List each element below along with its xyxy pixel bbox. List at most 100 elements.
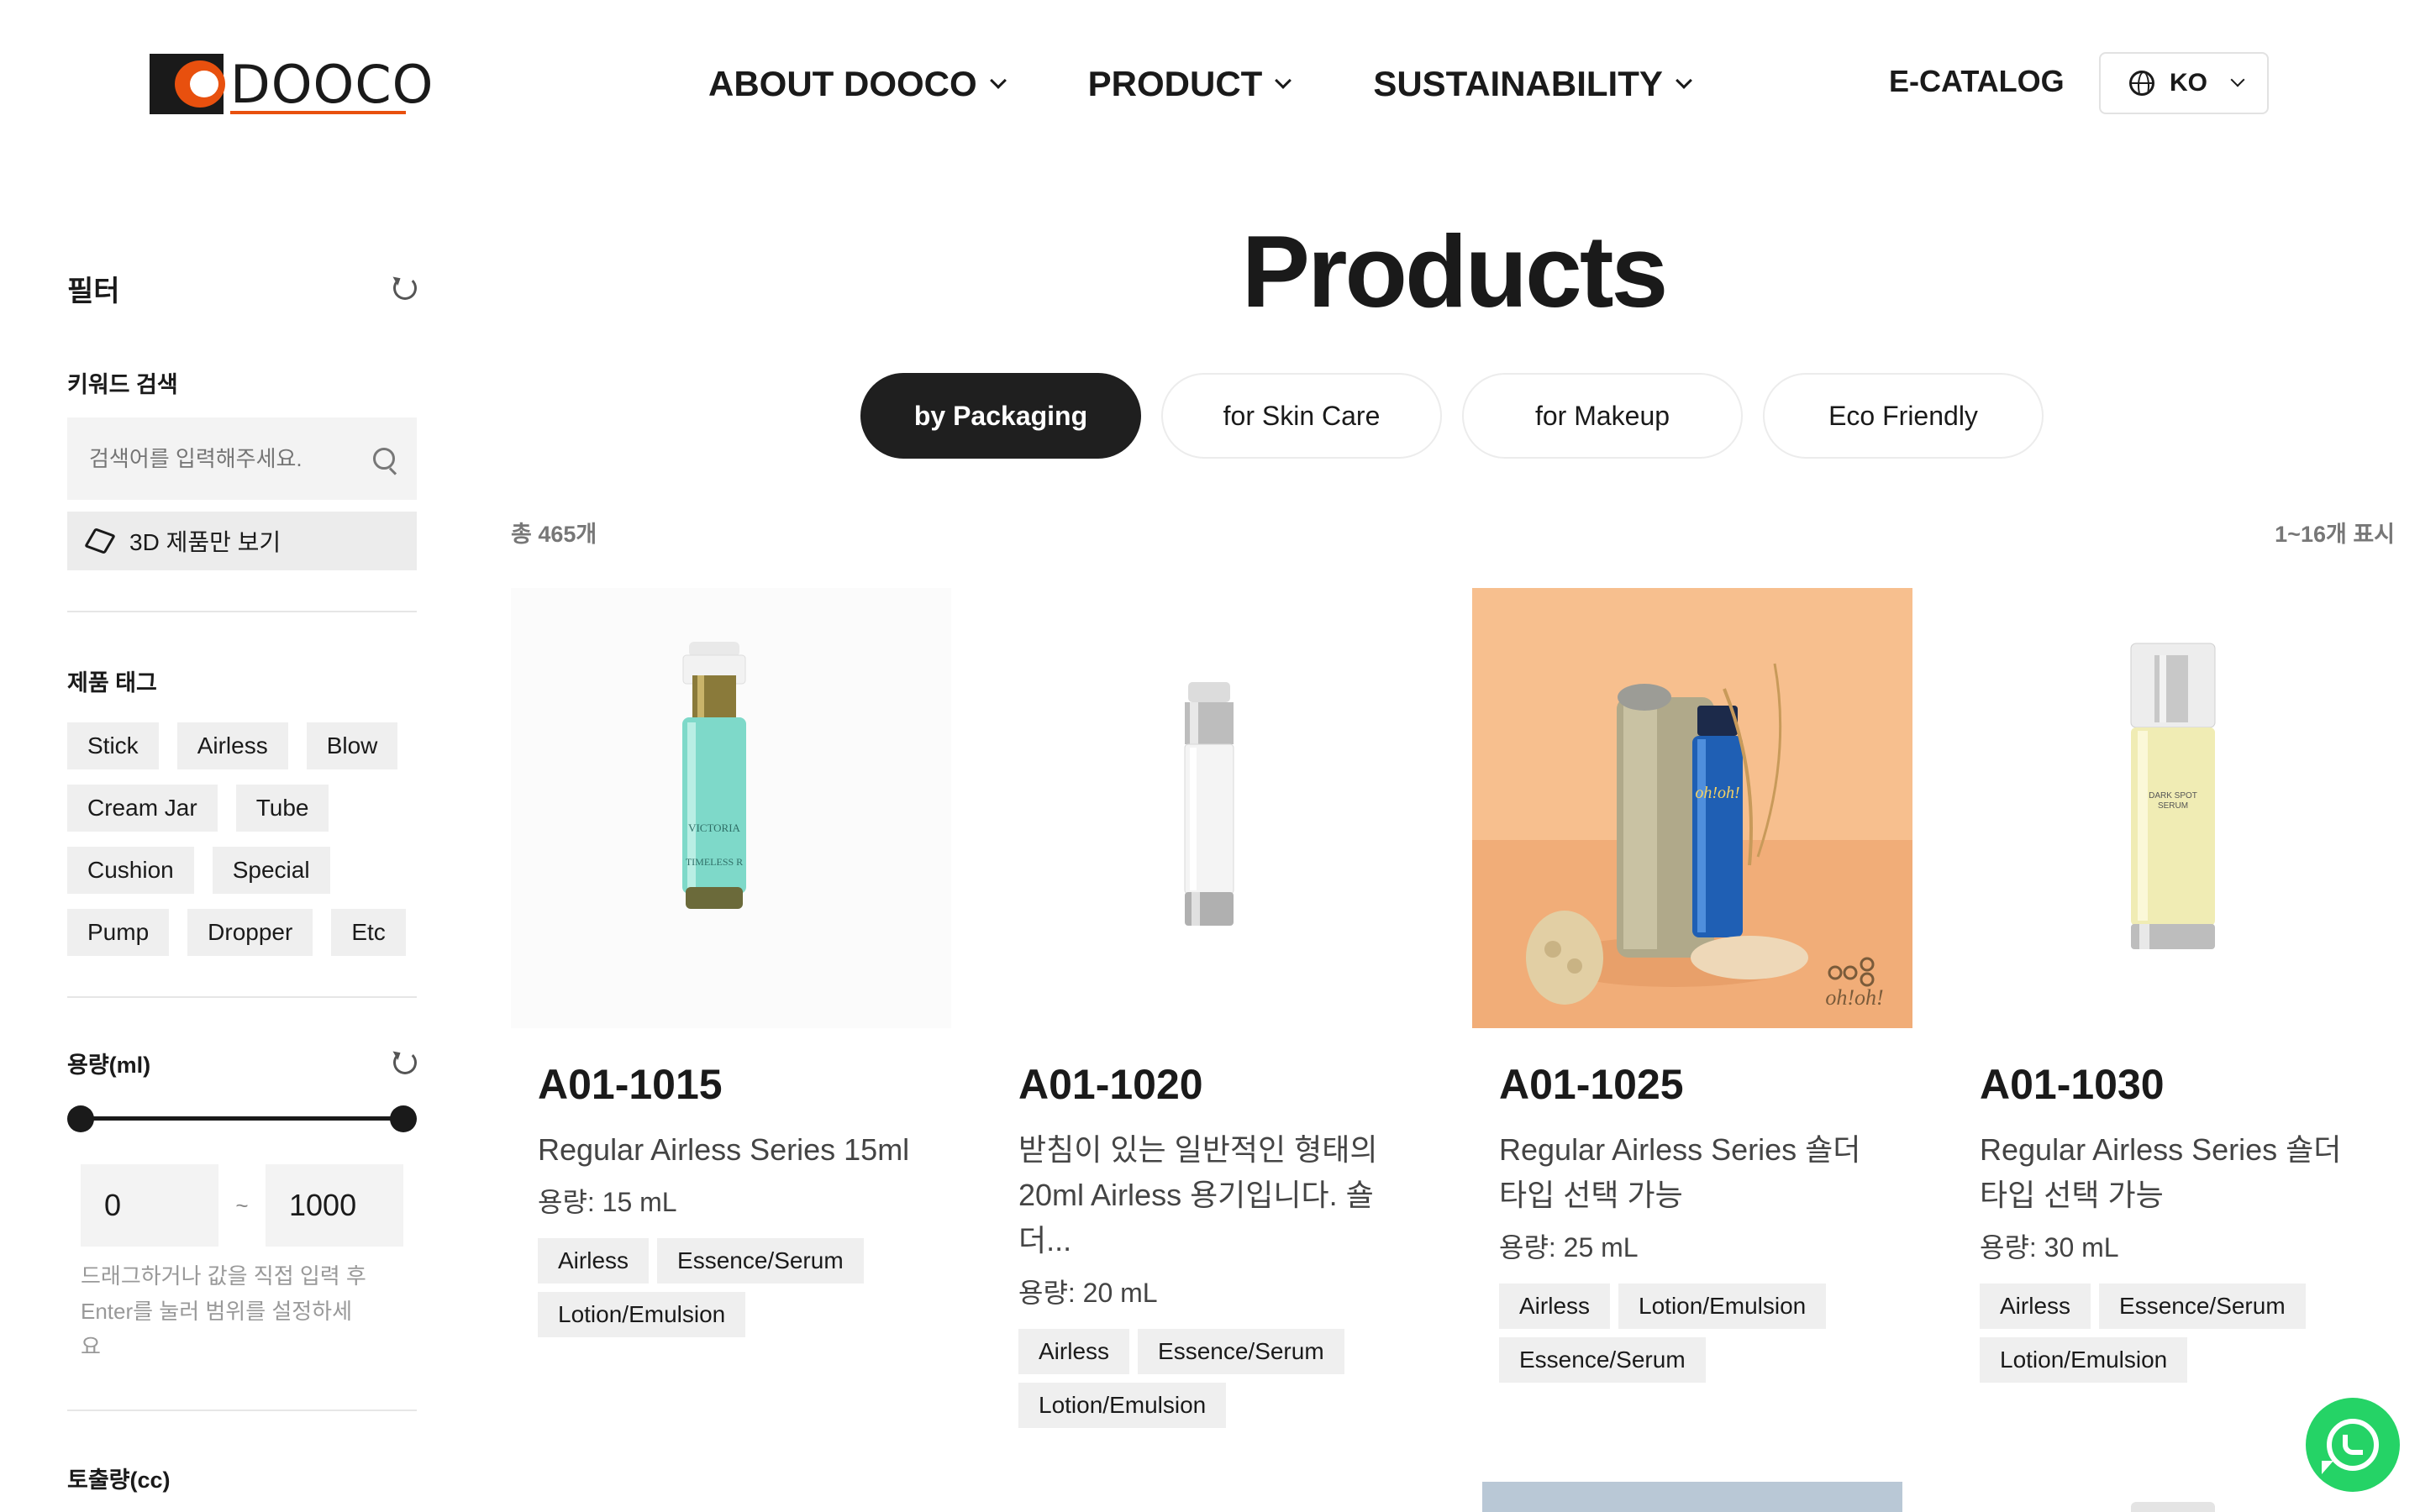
capacity-header: 용량(ml)	[67, 1032, 417, 1094]
whatsapp-chat-button[interactable]	[2306, 1398, 2400, 1492]
clear-airless-bottle-image	[1184, 682, 1234, 926]
nav-product[interactable]: PRODUCT	[1087, 64, 1292, 104]
product-image[interactable]: DARK SPOT SERUM	[1953, 588, 2393, 1028]
product-description: Regular Airless Series 숄더 타입 선택 가능	[1980, 1132, 2342, 1212]
nav-product-label: PRODUCT	[1087, 64, 1263, 103]
tab-by-packaging[interactable]: by Packaging	[860, 373, 1141, 459]
page-title: Products	[1241, 214, 1669, 328]
language-label: KO	[2170, 69, 2207, 97]
tab-for-skin-care[interactable]: for Skin Care	[1161, 373, 1442, 459]
tag-blow[interactable]: Blow	[306, 722, 398, 769]
filter-header: 필터	[67, 252, 417, 324]
capacity-label: 용량(ml)	[67, 1052, 151, 1078]
svg-text:oh!oh!: oh!oh!	[1695, 784, 1739, 802]
nav-sustainability[interactable]: SUSTAINABILITY	[1373, 64, 1692, 104]
tag-cream-jar[interactable]: Cream Jar	[67, 785, 218, 832]
3d-only-label: 3D 제품만 보기	[129, 529, 281, 555]
product-card[interactable]: VICTORIA TIMELESS R A01-1015 Regular Air…	[511, 588, 951, 1337]
dooco-logo[interactable]: DOOCO	[150, 52, 433, 116]
product-capacity: 용량: 15 mL	[538, 1187, 677, 1217]
product-description: Regular Airless Series 15ml	[538, 1132, 910, 1167]
tag-special[interactable]: Special	[212, 847, 330, 894]
capacity-inputs: 0 ~ 1000	[67, 1164, 417, 1247]
product-code: A01-1030	[1980, 1061, 2165, 1108]
product-tag[interactable]: Airless	[1980, 1284, 2091, 1329]
main-nav: ABOUT DOOCO PRODUCT SUSTAINABILITY	[708, 59, 1774, 109]
product-image[interactable]: VICTORIA TIMELESS R	[511, 588, 951, 1028]
capacity-max-input[interactable]: 1000	[266, 1164, 403, 1247]
filter-title: 필터	[67, 275, 120, 307]
product-code: A01-1025	[1499, 1061, 1684, 1108]
next-row-image[interactable]	[2131, 1502, 2215, 1512]
product-tag[interactable]: Essence/Serum	[657, 1238, 864, 1284]
tab-eco-friendly[interactable]: Eco Friendly	[1763, 373, 2044, 459]
product-tag[interactable]: Airless	[1499, 1284, 1611, 1329]
nav-about-dooco[interactable]: ABOUT DOOCO	[708, 64, 1007, 104]
cube-icon	[84, 528, 116, 554]
globe-icon	[2129, 71, 2154, 96]
slider-max-handle[interactable]	[390, 1105, 417, 1132]
product-tag[interactable]: Essence/Serum	[1138, 1329, 1344, 1374]
tag-dropper[interactable]: Dropper	[187, 909, 313, 956]
output-label: 토출량(cc)	[67, 1467, 171, 1493]
chevron-down-icon	[2230, 72, 2245, 87]
tag-stick[interactable]: Stick	[67, 722, 159, 769]
search-input[interactable]	[89, 445, 341, 472]
product-tags: Airless Essence/Serum Lotion/Emulsion	[1953, 1284, 2373, 1383]
slider-min-handle[interactable]	[67, 1105, 94, 1132]
product-image[interactable]	[992, 588, 1432, 1028]
range-separator: ~	[235, 1192, 249, 1218]
next-row-image[interactable]	[1482, 1482, 1902, 1512]
product-tag-list: Stick Airless Blow Cream Jar Tube Cushio…	[67, 722, 417, 956]
product-tag-label: 제품 태그	[67, 670, 157, 696]
tag-etc[interactable]: Etc	[331, 909, 406, 956]
svg-text:TIMELESS R: TIMELESS R	[686, 856, 743, 868]
tag-tube[interactable]: Tube	[235, 785, 329, 832]
capacity-hint: 드래그하거나 값을 직접 입력 후 Enter를 눌러 범위를 설정하세요	[81, 1263, 366, 1359]
capacity-range-slider[interactable]	[67, 1105, 417, 1132]
tag-pump[interactable]: Pump	[67, 909, 170, 956]
svg-text:DARK SPOT: DARK SPOT	[2149, 791, 2197, 801]
chevron-down-icon	[989, 72, 1007, 89]
nav-sustainability-label: SUSTAINABILITY	[1373, 64, 1663, 103]
product-tag[interactable]: Essence/Serum	[2099, 1284, 2306, 1329]
product-tag[interactable]: Airless	[1018, 1329, 1130, 1374]
logo-text: DOOCO	[230, 54, 434, 115]
e-catalog-link[interactable]: E-CATALOG	[1889, 64, 2065, 99]
filter-sidebar: 필터 키워드 검색 3D 제품만 보기 제품 태그 Stick Airless …	[67, 252, 417, 1512]
reset-capacity-icon[interactable]	[393, 1051, 417, 1074]
product-card[interactable]: oh!oh! oh!oh! A01-1025 Regular Airless S…	[1472, 588, 1912, 1383]
product-tags: Airless Essence/Serum Lotion/Emulsion	[992, 1329, 1412, 1428]
product-tag[interactable]: Lotion/Emulsion	[538, 1292, 746, 1337]
3d-only-button[interactable]: 3D 제품만 보기	[67, 512, 417, 570]
tag-airless[interactable]: Airless	[176, 722, 288, 769]
product-tag[interactable]: Lotion/Emulsion	[1018, 1383, 1227, 1428]
chevron-down-icon	[1675, 72, 1692, 89]
product-code: A01-1015	[538, 1061, 723, 1108]
product-card[interactable]: DARK SPOT SERUM A01-1030 Regular Airless…	[1953, 588, 2393, 1383]
product-tag[interactable]: Lotion/Emulsion	[1618, 1284, 1827, 1329]
reset-filter-icon[interactable]	[393, 276, 417, 300]
product-tag[interactable]: Lotion/Emulsion	[1980, 1337, 2188, 1383]
tag-cushion[interactable]: Cushion	[67, 847, 194, 894]
product-tag[interactable]: Essence/Serum	[1499, 1337, 1706, 1383]
product-capacity: 용량: 25 mL	[1499, 1232, 1639, 1263]
divider	[67, 996, 417, 998]
search-icon[interactable]	[373, 448, 395, 470]
product-description: 받침이 있는 일반적인 형태의 20ml Airless 용기입니다. 숄더..…	[1018, 1132, 1378, 1257]
capacity-min-input[interactable]: 0	[81, 1164, 218, 1247]
showing-range: 1~16개 표시	[2275, 522, 2395, 547]
logo-mark-icon	[150, 54, 225, 114]
slider-track	[81, 1116, 403, 1121]
product-card[interactable]: A01-1020 받침이 있는 일반적인 형태의 20ml Airless 용기…	[992, 588, 1432, 1428]
product-tag[interactable]: Airless	[538, 1238, 650, 1284]
chevron-down-icon	[1275, 72, 1292, 89]
svg-text:VICTORIA: VICTORIA	[688, 822, 740, 834]
product-image[interactable]: oh!oh! oh!oh!	[1472, 588, 1912, 1028]
teal-airless-bottle-image: VICTORIA TIMELESS R	[682, 642, 746, 909]
blue-serum-lifestyle-image: oh!oh! oh!oh!	[1472, 588, 1912, 1028]
language-selector[interactable]: KO	[2099, 52, 2269, 114]
divider	[67, 1410, 417, 1411]
svg-text:SERUM: SERUM	[2158, 801, 2188, 811]
tab-for-makeup[interactable]: for Makeup	[1462, 373, 1743, 459]
